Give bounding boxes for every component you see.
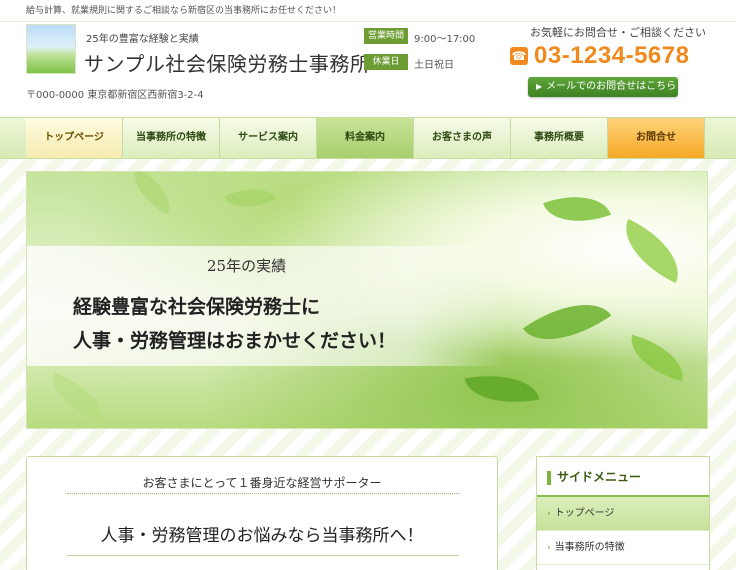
side-menu-title-text: サイドメニュー <box>557 470 642 484</box>
leaf-decoration <box>542 182 612 236</box>
leaf-decoration <box>464 366 540 412</box>
mail-contact-button[interactable]: ▶ メールでのお問合せはこちら <box>528 77 678 97</box>
hero-banner: 25年の実績 経験豊富な社会保険労務士に 人事・労務管理はおまかせください！ <box>26 171 708 429</box>
nav-item-services[interactable]: サービス案内 <box>220 118 317 158</box>
chevron-right-icon: › <box>547 543 551 553</box>
global-nav: トップページ 当事務所の特徴 サービス案内 料金案内 お客さまの声 事務所概要 … <box>0 117 736 159</box>
phone-number[interactable]: 03-1234-5678 <box>534 42 689 70</box>
side-item-top[interactable]: › トップページ <box>537 497 709 531</box>
leaf-decoration <box>43 372 111 422</box>
nav-item-testimonials[interactable]: お客さまの声 <box>414 118 511 158</box>
main-intro-box: お客さまにとって１番身近な経営サポーター 人事・労務管理のお悩みなら当事務所へ！ <box>26 456 498 570</box>
leaf-decoration <box>522 282 612 362</box>
leaf-decoration <box>623 334 691 382</box>
side-item-label: トップページ <box>554 508 615 519</box>
nav-item-top[interactable]: トップページ <box>26 118 123 158</box>
leaf-decoration <box>123 172 181 215</box>
chevron-right-icon: ▶ <box>536 82 543 91</box>
contact-lead: お気軽にお問合せ・ご相談ください <box>530 26 706 39</box>
side-item-features[interactable]: › 当事務所の特徴 <box>537 531 709 565</box>
main-heading: 人事・労務管理のお悩みなら当事務所へ！ <box>100 526 424 546</box>
top-announcement: 給与計算、就業規則に関するご相談なら新宿区の当事務所にお任せください！ <box>0 0 736 22</box>
address: 〒000-0000 東京都新宿区西新宿3-2-4 <box>26 90 204 101</box>
hours-value: 9:00～17:00 <box>414 34 476 45</box>
side-item-label: 当事務所の特徴 <box>554 542 625 553</box>
site-header: 25年の豊富な経験と実績 サンプル社会保険労務士事務所 〒000-0000 東京… <box>0 22 736 117</box>
main-lead: お客さまにとって１番身近な経営サポーター <box>142 476 382 490</box>
nav-item-features[interactable]: 当事務所の特徴 <box>123 118 220 158</box>
nav-item-office-overview[interactable]: 事務所概要 <box>511 118 608 158</box>
divider <box>67 555 459 556</box>
hero-headline-line1: 経験豊富な社会保険労務士に <box>73 296 321 318</box>
mail-button-label: メールでのお問合せはこちら <box>546 81 677 92</box>
title-bar-icon <box>547 470 551 485</box>
closed-label: 休業日 <box>364 54 408 70</box>
leaf-decoration <box>612 218 692 284</box>
hero-headline-line2: 人事・労務管理はおまかせください！ <box>73 330 397 352</box>
nav-item-contact[interactable]: お問合せ <box>608 118 705 158</box>
site-title[interactable]: サンプル社会保険労務士事務所 <box>84 48 370 77</box>
side-menu: サイドメニュー › トップページ › 当事務所の特徴 <box>536 456 710 570</box>
side-menu-title: サイドメニュー <box>537 457 709 497</box>
hero-subtitle: 25年の実績 <box>207 257 287 275</box>
divider <box>67 493 459 494</box>
phone-icon: ☎ <box>510 47 528 65</box>
leaf-decoration <box>224 177 276 219</box>
logo-image[interactable] <box>26 24 76 74</box>
nav-item-pricing[interactable]: 料金案内 <box>317 118 414 158</box>
hours-label: 営業時間 <box>364 28 408 44</box>
phone-contact[interactable]: ☎ 03-1234-5678 <box>510 42 689 70</box>
chevron-right-icon: › <box>547 509 551 519</box>
closed-value: 土日祝日 <box>414 60 454 71</box>
tagline: 25年の豊富な経験と実績 <box>86 34 199 45</box>
